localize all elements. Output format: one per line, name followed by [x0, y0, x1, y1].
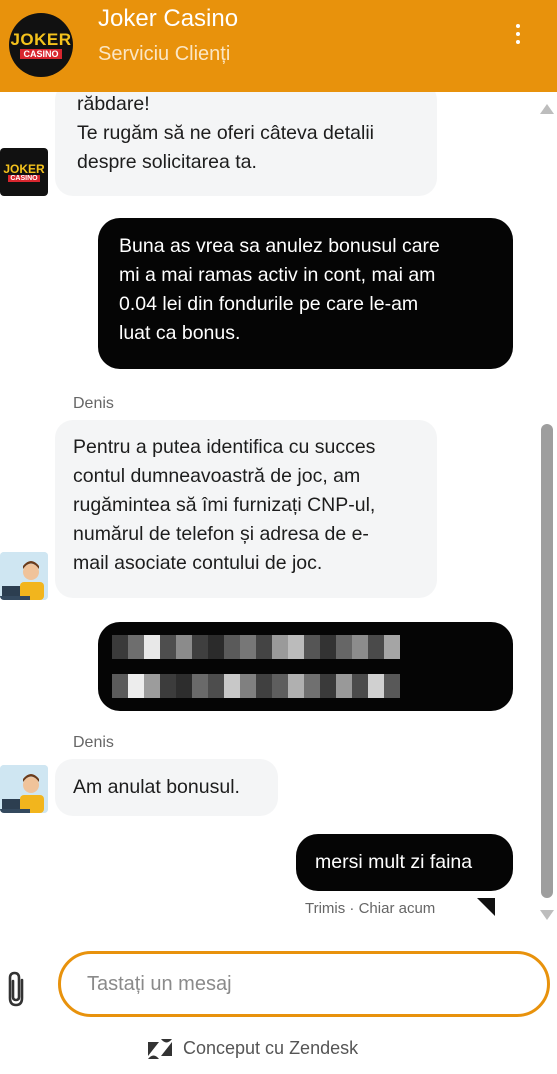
scroll-up-arrow-icon[interactable]: [540, 104, 554, 114]
scrollbar-thumb[interactable]: [541, 424, 553, 898]
message-line: numărul de telefon și adresa de e-: [73, 523, 369, 545]
bot-avatar: JOKER CASINO: [0, 148, 48, 196]
message-line: mi a mai ramas activ in cont, mai am: [119, 264, 436, 286]
message-input[interactable]: [58, 951, 550, 1017]
chat-header: JOKER CASINO Joker Casino Serviciu Clien…: [0, 0, 557, 92]
message-line: Te rugăm să ne oferi câteva detalii: [77, 122, 374, 144]
bot-message: răbdare! Te rugăm să ne oferi câteva det…: [55, 92, 437, 196]
message-line: Pentru a putea identifica cu succes: [73, 436, 376, 458]
header-title: Joker Casino: [98, 5, 239, 32]
zendesk-icon: [147, 1038, 173, 1059]
message-line: Buna as vrea sa anulez bonusul care: [119, 235, 440, 257]
message-line: despre solicitarea ta.: [77, 151, 257, 173]
message-list: răbdare! Te rugăm să ne oferi câteva det…: [0, 92, 557, 930]
message-line: contul dumneavoastră de joc, am: [73, 465, 361, 487]
message-line: răbdare!: [77, 93, 150, 115]
sender-name: Denis: [73, 395, 114, 412]
message-line: Am anulat bonusul.: [73, 776, 240, 798]
agent-message: Pentru a putea identifica cu succes cont…: [55, 420, 437, 598]
composer: Conceput cu Zendesk: [0, 930, 557, 1074]
sender-name: Denis: [73, 734, 114, 751]
scroll-down-arrow-icon[interactable]: [540, 910, 554, 920]
brand-logo: JOKER CASINO: [9, 13, 73, 77]
agent-avatar: [0, 765, 48, 813]
message-line: luat ca bonus.: [119, 322, 241, 344]
message-line: mail asociate contului de joc.: [73, 552, 323, 574]
agent-message: Am anulat bonusul.: [55, 759, 278, 816]
message-line: 0.04 lei din fondurile pe care le-am: [119, 293, 419, 315]
header-subtitle: Serviciu Clienți: [98, 43, 231, 65]
user-message: Buna as vrea sa anulez bonusul care mi a…: [98, 218, 513, 369]
powered-by-label: Conceput cu Zendesk: [183, 1038, 359, 1058]
more-vertical-icon[interactable]: [506, 18, 530, 50]
sent-indicator-icon: [477, 898, 495, 916]
redacted-block: [112, 674, 400, 698]
agent-avatar: [0, 552, 48, 600]
message-line: mersi mult zi faina: [315, 851, 473, 873]
redacted-block: [112, 635, 400, 659]
powered-by[interactable]: Conceput cu Zendesk: [147, 1038, 358, 1059]
user-message-redacted: [98, 622, 513, 711]
message-line: rugămintea să îmi furnizați CNP-ul,: [73, 494, 376, 516]
paperclip-icon[interactable]: [4, 970, 30, 1010]
message-status: Trimis · Chiar acum: [305, 900, 436, 917]
user-message: mersi mult zi faina: [296, 834, 513, 891]
